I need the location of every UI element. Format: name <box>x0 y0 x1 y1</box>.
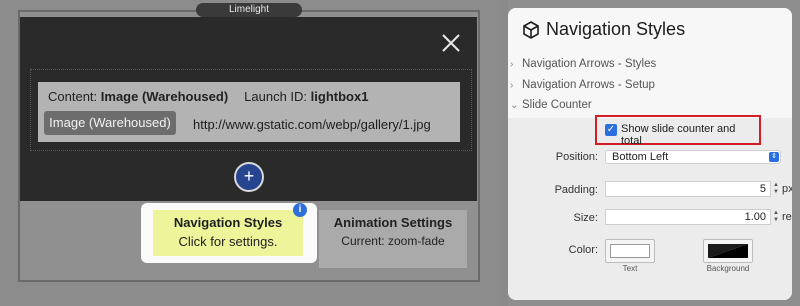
launch-value: lightbox1 <box>310 89 369 104</box>
section-label: Slide Counter <box>522 99 592 111</box>
highlight-box: ✓ Show slide counter and total <box>595 115 761 147</box>
padding-stepper[interactable]: ▲ ▼ <box>772 182 780 196</box>
background-color-well[interactable] <box>703 239 753 263</box>
section-navigation-arrows-setup[interactable]: › Navigation Arrows - Setup <box>510 79 655 91</box>
size-unit: rem <box>782 211 792 223</box>
section-navigation-arrows-styles[interactable]: › Navigation Arrows - Styles <box>510 58 656 70</box>
content-value: Image (Warehoused) <box>100 89 229 104</box>
add-button[interactable]: + <box>234 162 264 192</box>
animation-settings-button[interactable]: Animation Settings Current: zoom-fade <box>319 210 467 268</box>
show-counter-checkbox[interactable]: ✓ <box>605 124 617 136</box>
text-color-well[interactable] <box>605 239 655 263</box>
position-value: Bottom Left <box>612 151 669 163</box>
section-slide-counter[interactable]: ⌄ Slide Counter <box>510 99 592 111</box>
anim-card-title: Animation Settings <box>333 215 453 230</box>
text-color-swatch <box>610 244 650 258</box>
stack-tag: Limelight <box>196 3 302 17</box>
launch-prefix: Launch ID: <box>244 89 308 104</box>
position-label: Position: <box>555 151 598 163</box>
anim-card-subtitle: Current: zoom-fade <box>341 234 445 248</box>
image-url: http://www.gstatic.com/webp/gallery/1.jp… <box>193 117 431 132</box>
show-counter-label[interactable]: Show slide counter and total <box>621 123 759 147</box>
size-input[interactable]: 1.00 <box>605 209 771 225</box>
chevron-right-icon: › <box>510 80 514 91</box>
background-color-caption: Background <box>706 264 750 273</box>
content-info: Content: Image (Warehoused) Launch ID: li… <box>48 89 368 104</box>
chevron-right-icon: › <box>510 59 514 70</box>
editor-canvas: Limelight Content: Image (Warehoused) Lau… <box>0 0 500 306</box>
size-stepper[interactable]: ▲ ▼ <box>772 210 780 224</box>
settings-panel: Navigation Styles › Navigation Arrows - S… <box>508 8 792 300</box>
column-divider <box>500 0 508 306</box>
padding-label: Padding: <box>554 184 598 196</box>
select-arrows-icon: ⇕ <box>769 152 779 162</box>
color-label: Color: <box>568 244 598 256</box>
content-prefix: Content: <box>48 89 98 104</box>
padding-unit: px <box>782 183 792 195</box>
panel-title: Navigation Styles <box>546 19 686 39</box>
image-chip[interactable]: Image (Warehoused) <box>44 111 176 135</box>
size-label: Size: <box>573 212 598 224</box>
chevron-down-icon: ⌄ <box>510 100 519 111</box>
nav-card-subtitle: Click for settings. <box>178 234 278 249</box>
padding-input[interactable]: 5 <box>605 181 771 197</box>
cube-icon <box>523 21 539 39</box>
navigation-styles-button[interactable]: Navigation Styles Click for settings. <box>153 210 303 256</box>
section-label: Navigation Arrows - Styles <box>522 58 657 70</box>
background-color-swatch <box>708 244 748 258</box>
close-icon[interactable] <box>440 32 462 54</box>
info-icon[interactable]: i <box>293 203 307 217</box>
section-label: Navigation Arrows - Setup <box>522 79 655 91</box>
nav-card-title: Navigation Styles <box>173 215 283 230</box>
position-select[interactable]: Bottom Left ⇕ <box>605 150 781 164</box>
text-color-caption: Text <box>622 264 638 273</box>
